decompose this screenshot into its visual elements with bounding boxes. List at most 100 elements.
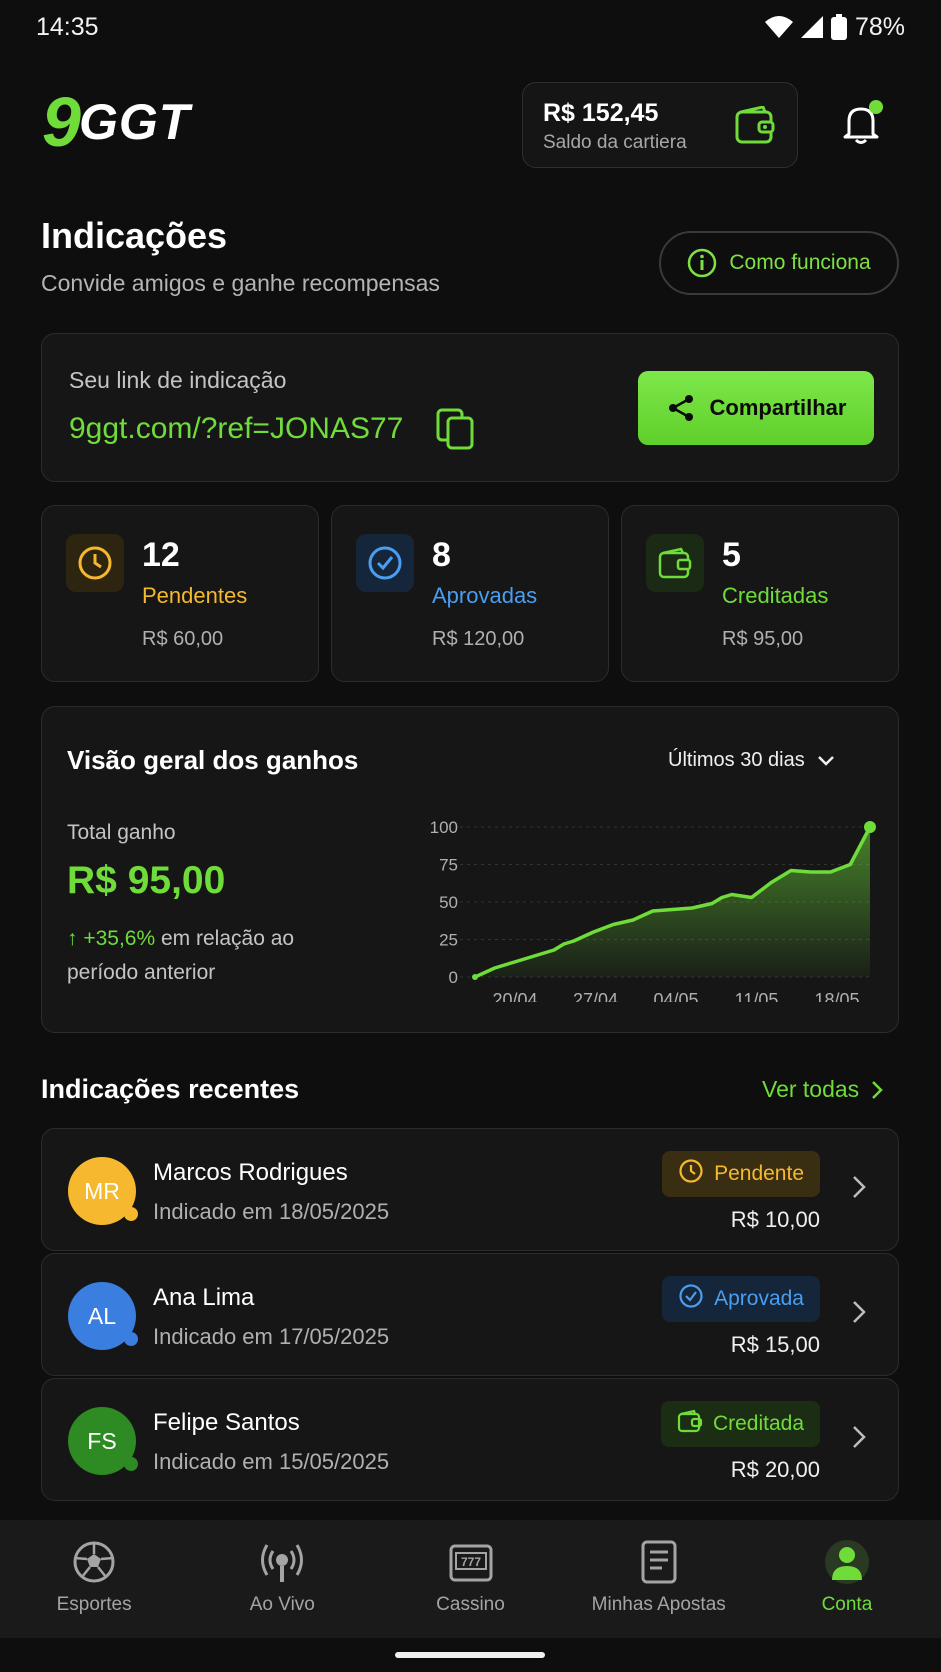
avatar: FS bbox=[68, 1407, 138, 1475]
avatar: AL bbox=[68, 1282, 138, 1350]
svg-text:777: 777 bbox=[460, 1555, 480, 1569]
data-point bbox=[864, 821, 876, 833]
notification-dot bbox=[869, 100, 883, 114]
nav-conta[interactable]: Conta bbox=[753, 1520, 941, 1638]
stat-card-approved[interactable]: 8 Aprovadas R$ 120,00 bbox=[331, 505, 609, 682]
home-indicator bbox=[395, 1652, 545, 1658]
referral-name: Felipe Santos bbox=[153, 1409, 300, 1436]
nav-label: Minhas Apostas bbox=[591, 1594, 726, 1615]
referral-amount: R$ 10,00 bbox=[730, 1207, 820, 1232]
referral-name: Marcos Rodrigues bbox=[153, 1159, 348, 1186]
referral-date: Indicado em 18/05/2025 bbox=[153, 1199, 390, 1224]
range-label: Últimos 30 dias bbox=[668, 749, 805, 771]
status-badge: Creditada bbox=[660, 1401, 820, 1447]
avatar: MR bbox=[68, 1157, 138, 1225]
stat-value: R$ 60,00 bbox=[142, 628, 224, 650]
how-it-works-label: Como funciona bbox=[729, 251, 871, 274]
notifications-button[interactable] bbox=[843, 100, 883, 149]
check-circle-icon bbox=[356, 534, 414, 592]
wifi-icon bbox=[764, 16, 793, 38]
status-badge: Pendente bbox=[662, 1151, 820, 1197]
x-tick-label: 27/04 bbox=[573, 990, 618, 1002]
info-icon bbox=[688, 248, 717, 278]
see-all-link[interactable]: Ver todas bbox=[762, 1076, 883, 1103]
referral-row[interactable]: MR Marcos Rodrigues Indicado em 18/05/20… bbox=[41, 1128, 899, 1251]
y-tick-label: 50 bbox=[439, 893, 458, 912]
nav-label: Ao Vivo bbox=[249, 1594, 315, 1615]
nav-label: Conta bbox=[821, 1594, 873, 1615]
x-tick-label: 20/04 bbox=[492, 990, 537, 1002]
status-badge: Aprovada bbox=[662, 1276, 820, 1322]
y-tick-label: 0 bbox=[449, 968, 458, 987]
referral-row[interactable]: FS Felipe Santos Indicado em 15/05/2025 … bbox=[41, 1378, 899, 1501]
check-circle-icon bbox=[678, 1283, 704, 1315]
how-it-works-button[interactable]: Como funciona bbox=[659, 231, 899, 295]
earnings-delta: ↑ +35,6% em relação ao período anterior bbox=[67, 922, 327, 990]
battery-icon bbox=[830, 14, 847, 40]
stat-card-credited[interactable]: 5 Creditadas R$ 95,00 bbox=[621, 505, 899, 682]
logo-text: GGT bbox=[78, 94, 191, 150]
x-tick-label: 11/05 bbox=[735, 990, 779, 1002]
nav-ao-vivo[interactable]: Ao Vivo bbox=[188, 1520, 376, 1638]
clock-icon bbox=[678, 1158, 704, 1190]
avatar-initials: AL bbox=[87, 1302, 117, 1329]
share-icon bbox=[668, 395, 693, 421]
earnings-overview-card: Visão geral dos ganhos Últimos 30 dias T… bbox=[41, 706, 899, 1033]
stat-count: 8 bbox=[432, 536, 451, 574]
stat-card-pending[interactable]: 12 Pendentes R$ 60,00 bbox=[41, 505, 319, 682]
chevron-down-icon bbox=[817, 755, 834, 766]
status-label: Creditada bbox=[712, 1412, 804, 1435]
y-tick-label: 75 bbox=[439, 856, 458, 875]
app-header: 9 GGT R$ 152,45 Saldo da cartiera bbox=[0, 82, 941, 168]
y-tick-label: 100 bbox=[430, 818, 458, 837]
x-tick-label: 04/05 bbox=[653, 990, 698, 1002]
referral-name: Ana Lima bbox=[153, 1284, 255, 1311]
stat-value: R$ 120,00 bbox=[432, 628, 525, 650]
nav-minhas-apostas[interactable]: Minhas Apostas bbox=[565, 1520, 753, 1638]
delta-percent: +35,6% bbox=[83, 927, 156, 950]
stat-value: R$ 95,00 bbox=[722, 628, 804, 650]
chevron-right-icon bbox=[853, 1176, 866, 1198]
brand-logo[interactable]: 9 GGT bbox=[42, 83, 191, 161]
battery-percent: 78% bbox=[854, 12, 905, 41]
logo-mark: 9 bbox=[42, 83, 81, 161]
status-icons: 78% bbox=[764, 12, 905, 42]
soccer-ball-icon bbox=[73, 1541, 115, 1583]
nav-esportes[interactable]: Esportes bbox=[0, 1520, 188, 1638]
betslip-icon bbox=[641, 1540, 677, 1584]
share-label: Compartilhar bbox=[709, 395, 847, 420]
clock-icon bbox=[66, 534, 124, 592]
status-label: Aprovada bbox=[714, 1287, 804, 1310]
slot-machine-icon: 777 bbox=[449, 1544, 492, 1582]
chevron-right-icon bbox=[853, 1301, 866, 1323]
chevron-right-icon bbox=[853, 1426, 866, 1448]
data-point bbox=[472, 974, 478, 980]
stat-label: Aprovadas bbox=[432, 583, 538, 608]
nav-cassino[interactable]: 777 Cassino bbox=[376, 1520, 564, 1638]
recent-referrals-title: Indicações recentes bbox=[41, 1074, 300, 1104]
avatar-initials: MR bbox=[84, 1177, 120, 1204]
arrow-up-icon: ↑ bbox=[67, 927, 78, 950]
copy-icon bbox=[436, 408, 474, 450]
stat-count: 5 bbox=[722, 536, 741, 574]
avatar-badge bbox=[124, 1332, 138, 1346]
signal-icon bbox=[800, 16, 823, 38]
see-all-label: Ver todas bbox=[762, 1076, 860, 1102]
range-dropdown[interactable]: Últimos 30 dias bbox=[668, 749, 835, 772]
page-title: Indicações bbox=[41, 215, 228, 256]
copy-link-button[interactable] bbox=[436, 408, 476, 457]
wallet-balance[interactable]: R$ 152,45 Saldo da cartiera bbox=[522, 82, 798, 168]
referral-date: Indicado em 17/05/2025 bbox=[153, 1324, 390, 1349]
stat-label: Creditadas bbox=[722, 583, 829, 608]
referral-link-url[interactable]: 9ggt.com/?ref=JONAS77 bbox=[69, 412, 403, 446]
referral-amount: R$ 20,00 bbox=[730, 1457, 820, 1482]
nav-label: Cassino bbox=[436, 1594, 505, 1615]
user-icon bbox=[824, 1540, 869, 1584]
total-earned-label: Total ganho bbox=[67, 821, 176, 844]
avatar-initials: FS bbox=[87, 1427, 117, 1454]
avatar-badge bbox=[124, 1207, 138, 1221]
avatar-badge bbox=[124, 1457, 138, 1471]
referral-date: Indicado em 15/05/2025 bbox=[153, 1449, 390, 1474]
share-button[interactable]: Compartilhar bbox=[638, 371, 874, 445]
referral-row[interactable]: AL Ana Lima Indicado em 17/05/2025 Aprov… bbox=[41, 1253, 899, 1376]
